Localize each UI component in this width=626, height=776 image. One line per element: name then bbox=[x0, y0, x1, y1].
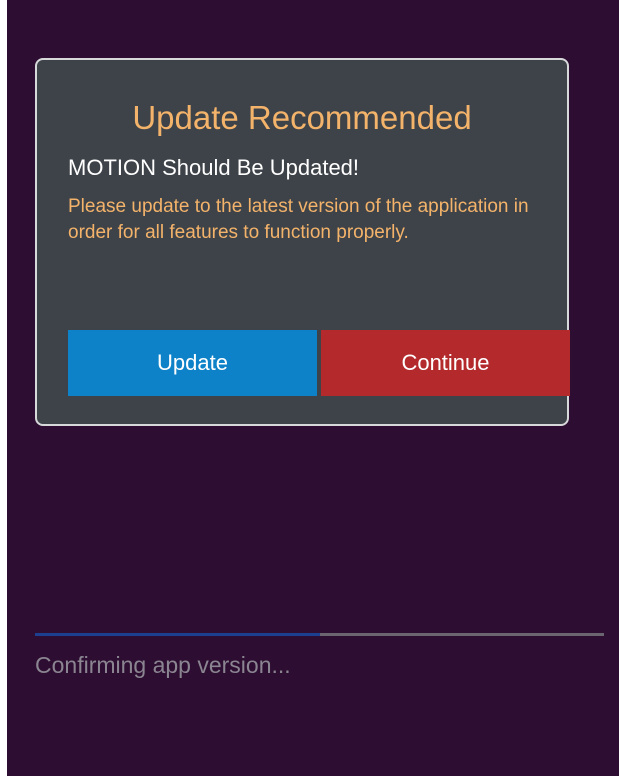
dialog-subtitle: MOTION Should Be Updated! bbox=[68, 155, 360, 180]
progress-bar bbox=[35, 633, 604, 636]
dialog-message: Please update to the latest version of t… bbox=[68, 196, 529, 243]
update-button[interactable]: Update bbox=[68, 330, 317, 396]
continue-button[interactable]: Continue bbox=[321, 330, 570, 396]
progress-bar-fill bbox=[35, 633, 320, 636]
status-text: Confirming app version... bbox=[35, 652, 291, 678]
dialog-title: Update Recommended bbox=[132, 99, 472, 136]
update-dialog: Update Recommended MOTION Should Be Upda… bbox=[35, 58, 570, 426]
app-screen: Update Recommended MOTION Should Be Upda… bbox=[7, 0, 619, 776]
